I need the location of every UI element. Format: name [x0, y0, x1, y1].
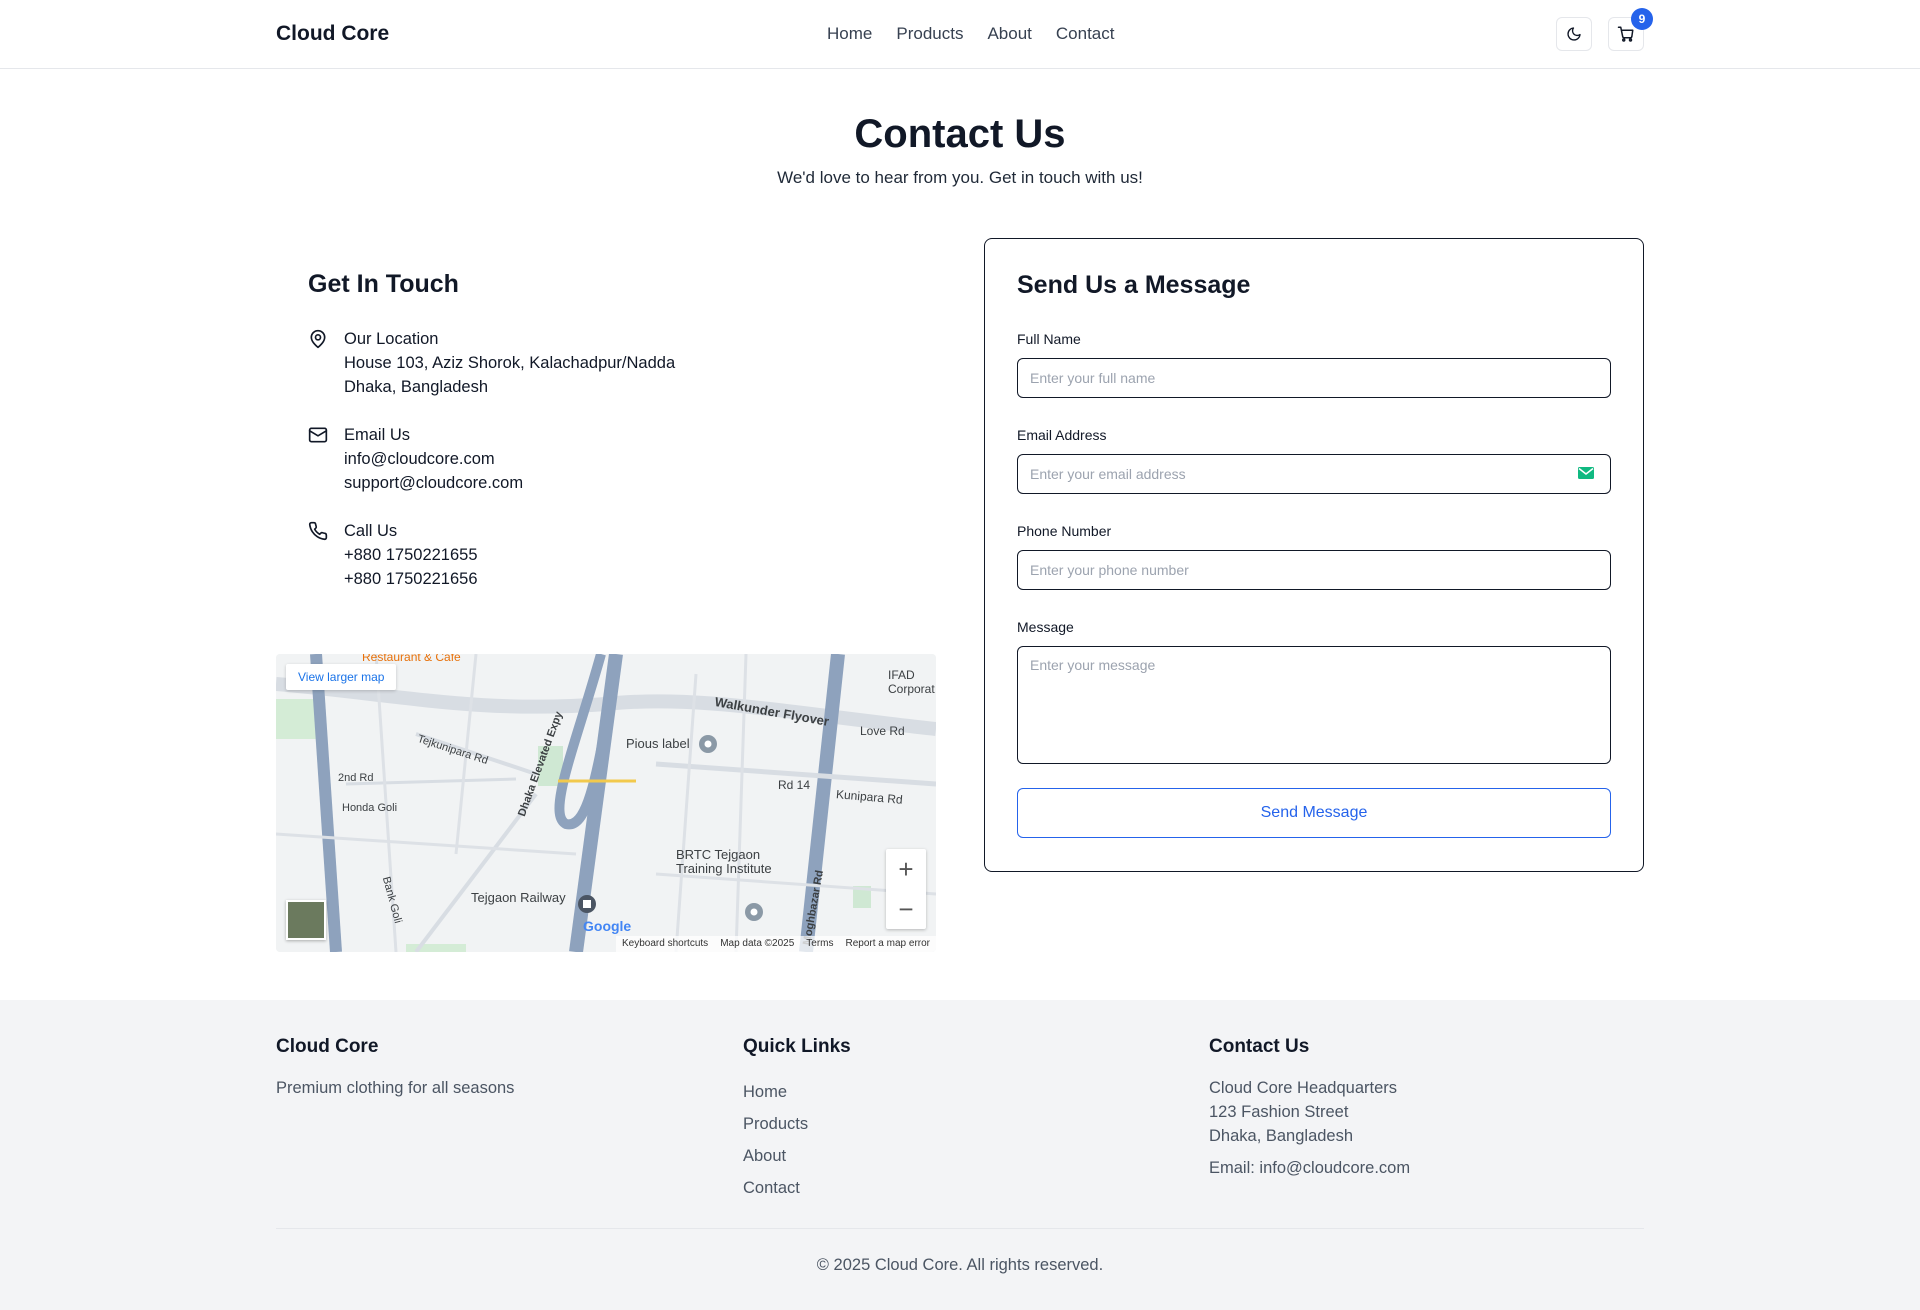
- footer-brand-column: Cloud Core Premium clothing for all seas…: [276, 1036, 514, 1100]
- nav-contact[interactable]: Contact: [1056, 24, 1115, 44]
- footer-copyright: © 2025 Cloud Core. All rights reserved.: [816, 1256, 1104, 1274]
- map-label: Honda Goli: [342, 802, 398, 814]
- page-subtitle: We'd love to hear from you. Get in touch…: [777, 168, 1143, 187]
- map-label: BRTC Tejgaon Training Institute: [676, 847, 772, 876]
- name-label: Full Name: [1017, 331, 1081, 347]
- map-zoom-controls: + −: [886, 849, 926, 929]
- email-heading: Email Us: [344, 426, 411, 444]
- email-label: Email Address: [1017, 427, 1107, 443]
- phone-field-wrapper: [1017, 550, 1611, 590]
- keyboard-shortcuts-link[interactable]: Keyboard shortcuts: [622, 938, 708, 950]
- site-footer: Cloud Core Premium clothing for all seas…: [0, 1000, 1920, 1310]
- brand-logo[interactable]: Cloud Core: [276, 22, 389, 46]
- mail-icon: [308, 427, 328, 443]
- email-line-1[interactable]: info@cloudcore.com: [344, 447, 844, 471]
- footer-links-title: Quick Links: [743, 1036, 851, 1057]
- map-label: Restaurant & Cafe: [362, 654, 461, 664]
- nav-about[interactable]: About: [987, 24, 1031, 44]
- footer-link-home[interactable]: Home: [743, 1076, 851, 1108]
- email-autofill-icon[interactable]: [1578, 467, 1594, 479]
- satellite-toggle[interactable]: [286, 900, 326, 940]
- email-line-2[interactable]: support@cloudcore.com: [344, 471, 844, 495]
- location-heading: Our Location: [344, 330, 439, 348]
- message-textarea[interactable]: [1018, 647, 1610, 763]
- email-field-wrapper: [1017, 454, 1611, 494]
- map-label: Love Rd: [860, 724, 905, 738]
- get-in-touch-title: Get In Touch: [308, 270, 459, 298]
- moon-icon: [1567, 27, 1581, 41]
- footer-contact-column: Contact Us Cloud Core Headquarters 123 F…: [1209, 1036, 1410, 1180]
- footer-address-2: 123 Fashion Street: [1209, 1103, 1349, 1121]
- footer-email[interactable]: Email: info@cloudcore.com: [1209, 1156, 1410, 1180]
- phone-heading: Call Us: [344, 522, 398, 540]
- map-pin-icon: [310, 329, 326, 349]
- footer-link-about[interactable]: About: [743, 1140, 851, 1172]
- nav-products[interactable]: Products: [896, 24, 963, 44]
- zoom-out-icon[interactable]: −: [886, 889, 926, 929]
- google-logo: Google: [583, 918, 632, 934]
- cart-icon: [1617, 26, 1634, 42]
- footer-link-products[interactable]: Products: [743, 1108, 851, 1140]
- contact-form-card: Send Us a Message Full Name Email Addres…: [984, 238, 1644, 872]
- site-header: Cloud Core Home Products About Contact 9: [0, 0, 1920, 69]
- map-label: IFAD Corporat: [888, 668, 935, 696]
- map-footer: Keyboard shortcuts Map data ©2025 Terms …: [616, 936, 936, 952]
- main-nav: Home Products About Contact: [827, 24, 1138, 44]
- report-error-link[interactable]: Report a map error: [846, 938, 930, 950]
- map-data-text: Map data ©2025: [720, 938, 795, 949]
- nav-home[interactable]: Home: [827, 24, 872, 44]
- footer-links-column: Quick Links Home Products About Contact: [743, 1036, 851, 1204]
- map-label: Rd 14: [778, 778, 811, 792]
- form-title: Send Us a Message: [1017, 271, 1251, 299]
- terms-link[interactable]: Terms: [806, 938, 833, 950]
- zoom-in-icon[interactable]: +: [886, 849, 926, 889]
- location-line-2: Dhaka, Bangladesh: [344, 378, 489, 396]
- map-label: 2nd Rd: [338, 772, 374, 784]
- email-input[interactable]: [1018, 455, 1610, 493]
- map-label: Pious label: [626, 736, 690, 751]
- phone-label: Phone Number: [1017, 523, 1112, 539]
- cart-button[interactable]: 9: [1608, 8, 1653, 51]
- footer-tagline: Premium clothing for all seasons: [276, 1079, 515, 1097]
- message-label: Message: [1017, 619, 1074, 635]
- view-larger-map-link[interactable]: View larger map: [286, 664, 397, 690]
- footer-address-1: Cloud Core Headquarters: [1209, 1079, 1398, 1097]
- map-label: Tejgaon Railway: [471, 890, 566, 905]
- phone-line-1[interactable]: +880 1750221655: [344, 543, 844, 567]
- footer-address-3: Dhaka, Bangladesh: [1209, 1127, 1354, 1145]
- footer-link-contact[interactable]: Contact: [743, 1172, 851, 1204]
- send-message-button[interactable]: Send Message: [1017, 788, 1611, 838]
- name-field-wrapper: [1017, 358, 1611, 398]
- theme-toggle-button[interactable]: [1556, 17, 1592, 51]
- embedded-map[interactable]: Walkunder Flyover Pious label Tejkunipar…: [276, 654, 936, 952]
- footer-contact-title: Contact Us: [1209, 1036, 1310, 1057]
- phone-line-2[interactable]: +880 1750221656: [344, 567, 844, 591]
- message-field-wrapper: [1017, 646, 1611, 764]
- cart-count-badge: 9: [1631, 8, 1653, 30]
- footer-brand: Cloud Core: [276, 1036, 379, 1057]
- location-line-1: House 103, Aziz Shorok, Kalachadpur/Nadd…: [344, 354, 676, 372]
- phone-input[interactable]: [1018, 551, 1610, 589]
- phone-icon: [308, 521, 328, 541]
- page-title: Contact Us: [854, 112, 1066, 156]
- name-input[interactable]: [1018, 359, 1610, 397]
- footer-divider: [276, 1228, 1644, 1229]
